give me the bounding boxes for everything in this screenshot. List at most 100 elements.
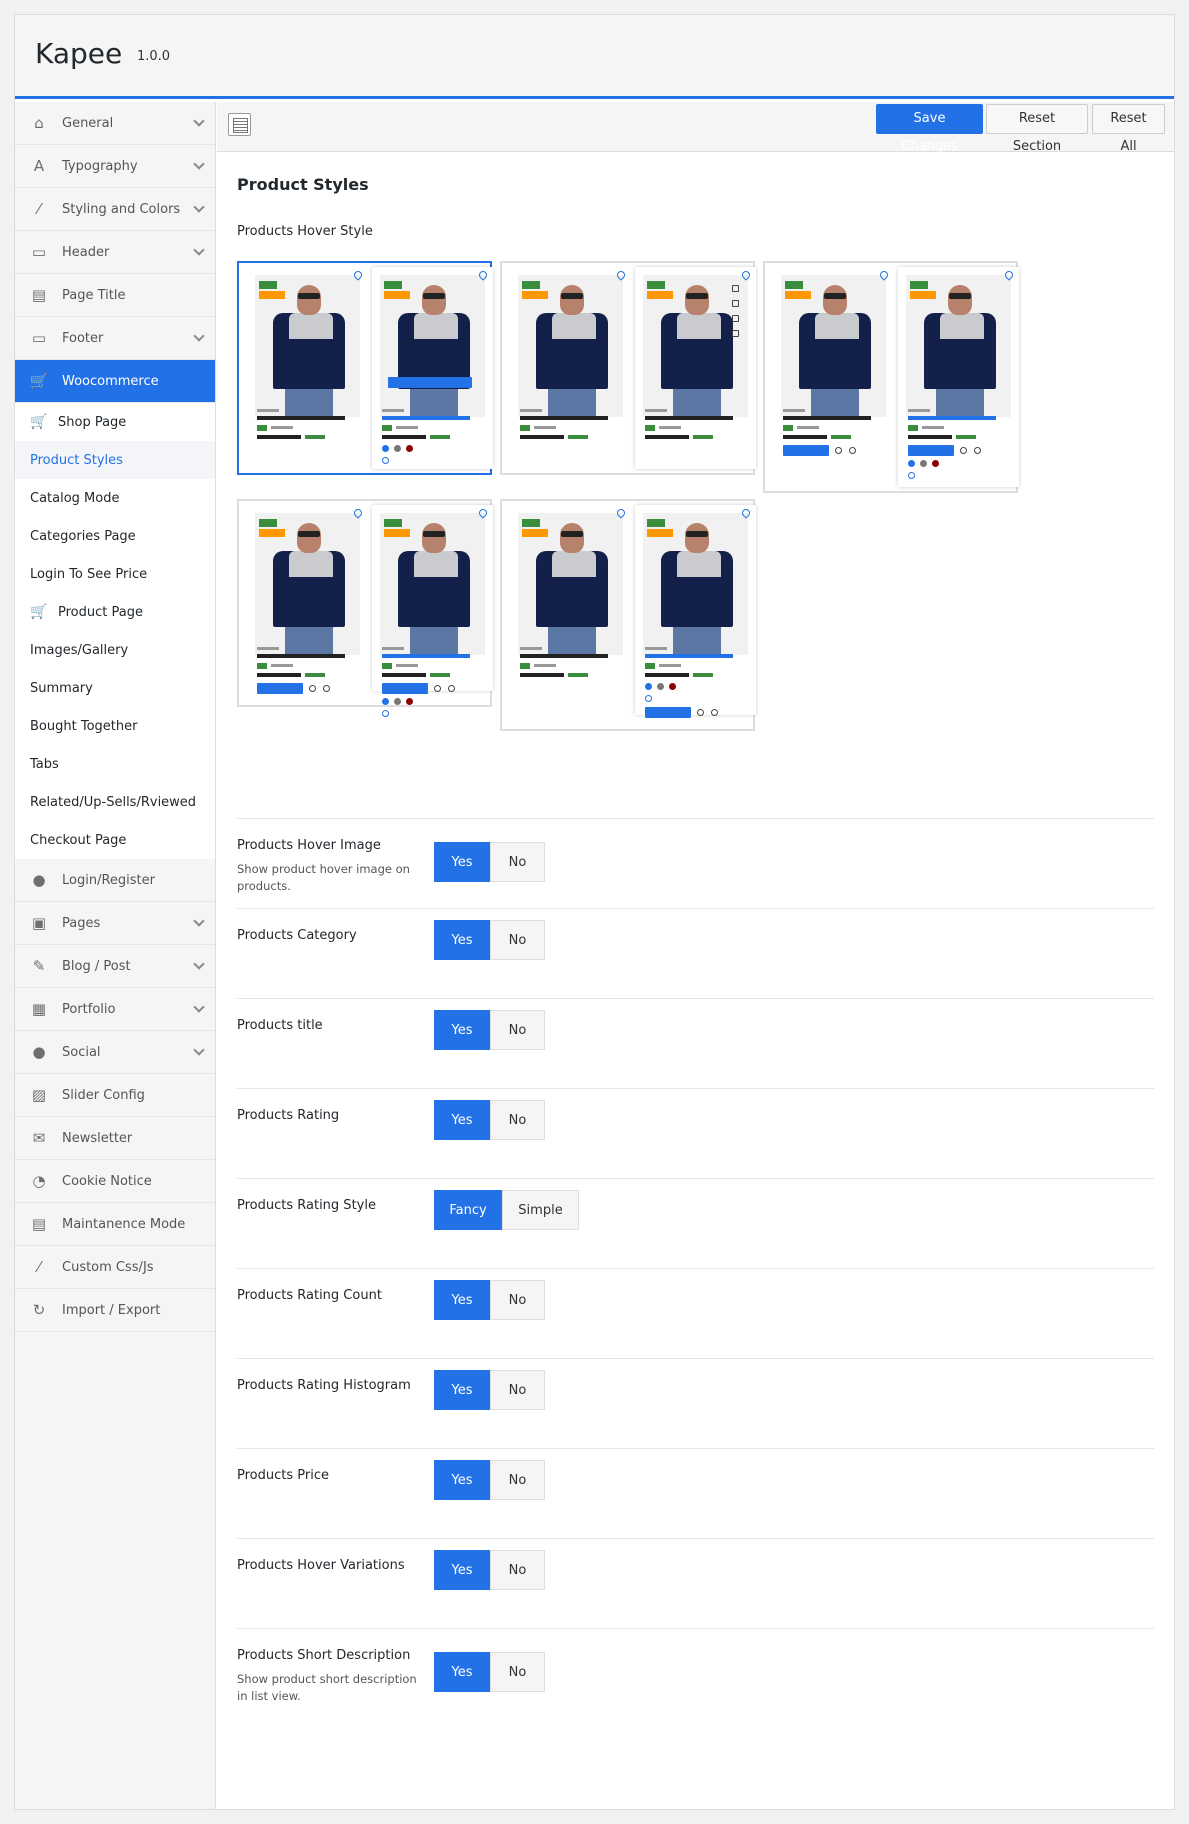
sidebar-item-typography[interactable]: A Typography (15, 145, 215, 188)
option-simple[interactable]: Simple (502, 1190, 579, 1230)
option-no[interactable]: No (490, 920, 545, 960)
sidebar-subitem-product-page[interactable]: 🛒 Product Page (15, 593, 215, 631)
new-badge (384, 281, 402, 289)
hover-style-option[interactable] (500, 499, 756, 731)
model-head (823, 285, 847, 315)
setting-label: Products Short Description (237, 1648, 411, 1663)
product-image (380, 513, 485, 655)
sunglasses (824, 293, 846, 299)
price-text (382, 435, 426, 439)
new-badge (785, 281, 803, 289)
option-no[interactable]: No (490, 1010, 545, 1050)
sidebar-item-cookie-notice[interactable]: ◔ Cookie Notice (15, 1160, 215, 1203)
option-no[interactable]: No (490, 1100, 545, 1140)
sidebar-subitem-label: Checkout Page (30, 832, 127, 848)
sidebar-item-slider-config[interactable]: ▨ Slider Config (15, 1074, 215, 1117)
sidebar-subitem-related-up-sells-rviewed[interactable]: Related/Up-Sells/Rviewed (15, 783, 215, 821)
option-yes[interactable]: Yes (434, 1460, 490, 1500)
zoom-icon (323, 685, 330, 692)
sidebar-item-pages[interactable]: ▣ Pages (15, 902, 215, 945)
product-image (380, 275, 485, 417)
sidebar-item-page-title[interactable]: ▤ Page Title (15, 274, 215, 317)
sidebar-item-import-export[interactable]: ↻ Import / Export (15, 1289, 215, 1332)
product-card-preview (635, 267, 756, 469)
option-yes[interactable]: Yes (434, 1550, 490, 1590)
sidebar-item-newsletter[interactable]: ✉ Newsletter (15, 1117, 215, 1160)
sidebar-item-custom-css-js[interactable]: ⁄ Custom Css/Js (15, 1246, 215, 1289)
category-text (520, 409, 542, 412)
color-swatch (394, 698, 401, 705)
sidebar-subitem-checkout-page[interactable]: Checkout Page (15, 821, 215, 859)
product-image (255, 275, 360, 417)
reset-all-button[interactable]: Reset All (1092, 104, 1165, 154)
option-fancy[interactable]: Fancy (434, 1190, 502, 1230)
sidebar-item-maintanence-mode[interactable]: ▤ Maintanence Mode (15, 1203, 215, 1246)
toggle-group: Yes No (434, 1652, 545, 1692)
option-no[interactable]: No (490, 1460, 545, 1500)
category-text (382, 647, 404, 650)
price-text (257, 673, 301, 677)
reset-section-button[interactable]: Reset Section (986, 104, 1088, 154)
sidebar-subitem-label: Related/Up-Sells/Rviewed (30, 794, 197, 810)
sidebar-item-header[interactable]: ▭ Header (15, 231, 215, 274)
select-options-bar (388, 377, 472, 388)
option-no[interactable]: No (490, 842, 545, 882)
sidebar-item-label: Page Title (62, 287, 126, 303)
sidebar-item-footer[interactable]: ▭ Footer (15, 317, 215, 360)
sidebar-subitem-images-gallery[interactable]: Images/Gallery (15, 631, 215, 669)
panel-header: Kapee 1.0.0 (15, 15, 1174, 99)
sidebar-subitem-shop-page[interactable]: 🛒 Shop Page (15, 403, 215, 441)
hover-style-option[interactable] (500, 261, 756, 475)
rating-badge (382, 425, 392, 431)
product-card-preview (773, 267, 894, 487)
option-yes[interactable]: Yes (434, 1652, 490, 1692)
discount-text (693, 435, 713, 439)
row-divider (237, 1178, 1154, 1179)
option-yes[interactable]: Yes (434, 1370, 490, 1410)
options-panel: Kapee 1.0.0 ⌂ General A Typography ⁄ Styling … (14, 14, 1175, 1810)
sidebar-subitem-login-to-see-price[interactable]: Login To See Price (15, 555, 215, 593)
category-text (908, 409, 930, 412)
save-changes-button[interactable]: Save Changes (876, 104, 983, 154)
product-title-text (520, 416, 608, 420)
sidebar-item-blog-post[interactable]: ✎ Blog / Post (15, 945, 215, 988)
sidebar-subitem-bought-together[interactable]: Bought Together (15, 707, 215, 745)
app-title: Kapee (35, 37, 123, 70)
option-yes[interactable]: Yes (434, 1280, 490, 1320)
sidebar-item-general[interactable]: ⌂ General (15, 102, 215, 145)
sidebar-subitem-summary[interactable]: Summary (15, 669, 215, 707)
sidebar-item-label: Newsletter (62, 1130, 133, 1146)
hover-style-option[interactable] (237, 499, 493, 717)
code-icon: ⁄ (37, 1258, 41, 1276)
sidebar-item-label: Pages (62, 915, 101, 931)
sidebar-subitem-tabs[interactable]: Tabs (15, 745, 215, 783)
sidebar-item-login-register[interactable]: ● Login/Register (15, 859, 215, 902)
sidebar-item-social[interactable]: ● Social (15, 1031, 215, 1074)
sidebar-subitem-label: Tabs (30, 756, 59, 772)
category-text (257, 647, 279, 650)
option-yes[interactable]: Yes (434, 920, 490, 960)
pages-icon: ▣ (31, 914, 47, 932)
sunglasses (423, 293, 445, 299)
sidebar-subitem-product-styles[interactable]: Product Styles (15, 441, 215, 479)
option-yes[interactable]: Yes (434, 842, 490, 882)
sidebar-item-label: Styling and Colors (62, 201, 181, 217)
expand-options-icon[interactable] (228, 113, 251, 136)
color-swatch (382, 698, 389, 705)
option-no[interactable]: No (490, 1370, 545, 1410)
option-yes[interactable]: Yes (434, 1010, 490, 1050)
sidebar-subitem-catalog-mode[interactable]: Catalog Mode (15, 479, 215, 517)
sidebar-subitem-categories-page[interactable]: Categories Page (15, 517, 215, 555)
option-no[interactable]: No (490, 1280, 545, 1320)
sidebar-item-portfolio[interactable]: ▦ Portfolio (15, 988, 215, 1031)
chevron-down-icon (193, 915, 205, 927)
option-no[interactable]: No (490, 1652, 545, 1692)
option-no[interactable]: No (490, 1550, 545, 1590)
sidebar-item-styling-and-colors[interactable]: ⁄ Styling and Colors (15, 188, 215, 231)
hover-style-option[interactable] (763, 261, 1019, 493)
chevron-down-icon (193, 158, 205, 170)
option-yes[interactable]: Yes (434, 1100, 490, 1140)
sidebar-item-woocommerce[interactable]: 🛒 Woocommerce (15, 360, 215, 403)
hover-style-option[interactable] (237, 261, 493, 475)
maintenance-icon: ▤ (31, 1215, 47, 1233)
